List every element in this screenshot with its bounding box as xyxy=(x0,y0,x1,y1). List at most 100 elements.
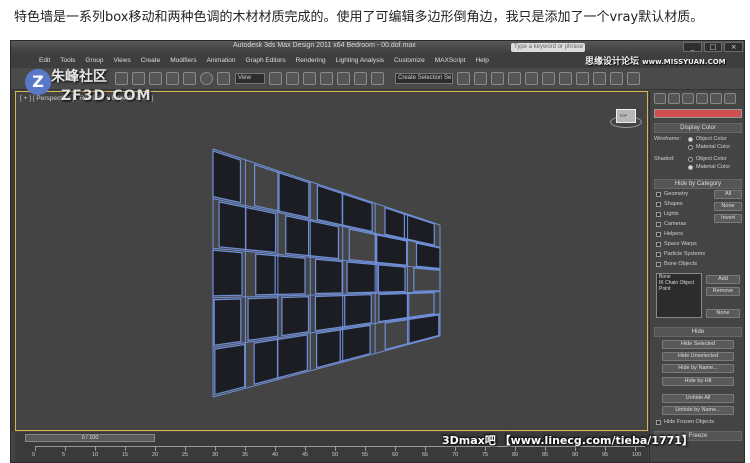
particle-systems-checkbox[interactable] xyxy=(656,252,661,257)
menu-animation[interactable]: Animation xyxy=(207,54,236,68)
percent-snap-icon[interactable] xyxy=(354,72,367,85)
menu-maxscript[interactable]: MAXScript xyxy=(435,54,466,68)
schematic-view-icon[interactable] xyxy=(542,72,555,85)
invert-button[interactable]: Invert xyxy=(714,214,742,223)
all-button[interactable]: All xyxy=(714,190,742,199)
wall-box-face[interactable] xyxy=(276,334,308,379)
wall-box-face[interactable] xyxy=(344,294,372,328)
wall-box-face[interactable] xyxy=(341,192,373,233)
select-region-icon[interactable] xyxy=(149,72,162,85)
shaded-material-color-radio[interactable] xyxy=(688,165,693,170)
undo-icon[interactable] xyxy=(115,72,128,85)
wireframe-object-color-radio[interactable] xyxy=(688,137,693,142)
material-editor-icon[interactable] xyxy=(559,72,572,85)
mirror-icon[interactable] xyxy=(457,72,470,85)
feature-wall-mesh[interactable] xyxy=(16,92,649,432)
wall-box-face[interactable] xyxy=(415,242,441,270)
menu-lighting-analysis[interactable]: Lighting Analysis xyxy=(336,54,384,68)
wall-box-face[interactable] xyxy=(378,292,410,323)
wall-box-face[interactable] xyxy=(212,249,243,297)
select-rotate-icon[interactable] xyxy=(200,72,213,85)
hide-by-category-rollout[interactable]: Hide by Category xyxy=(654,179,742,189)
hide-unselected-button[interactable]: Hide Unselected xyxy=(662,352,734,361)
named-selection-set-dropdown[interactable]: Create Selection Se xyxy=(395,73,453,84)
hierarchy-tab-icon[interactable] xyxy=(682,93,694,104)
pivot-icon[interactable] xyxy=(269,72,282,85)
wall-box-face[interactable] xyxy=(408,314,440,345)
wall-box-face[interactable] xyxy=(314,294,346,332)
motion-tab-icon[interactable] xyxy=(696,93,708,104)
time-slider[interactable]: 0 / 100 xyxy=(25,434,155,442)
hide-selected-button[interactable]: Hide Selected xyxy=(662,340,734,349)
maximize-icon[interactable]: □ xyxy=(703,42,723,52)
wall-box-face[interactable] xyxy=(214,343,246,396)
snaps-toggle-icon[interactable] xyxy=(320,72,333,85)
align-icon[interactable] xyxy=(474,72,487,85)
category-list[interactable]: Bone IK Chain Object Point xyxy=(656,273,702,318)
redo-icon[interactable] xyxy=(132,72,145,85)
wall-box-face[interactable] xyxy=(377,264,406,293)
reference-coordinate-dropdown[interactable]: View xyxy=(235,73,265,84)
track-bar[interactable]: 0 5 10 15 20 25 30 35 40 45 50 55 60 65 70 75 80 85 90 95 10… xyxy=(32,446,645,460)
helpers-checkbox[interactable] xyxy=(656,232,661,237)
bone-objects-checkbox[interactable] xyxy=(656,262,661,267)
wall-box-face[interactable] xyxy=(413,267,441,292)
wall-box-face[interactable] xyxy=(212,150,242,204)
none-list-button[interactable]: None xyxy=(706,309,740,318)
wall-box-face[interactable] xyxy=(253,338,282,385)
wall-box-face[interactable] xyxy=(348,228,377,263)
wall-box-face[interactable] xyxy=(247,297,279,342)
modify-tab-icon[interactable] xyxy=(668,93,680,104)
search-input[interactable]: Type a keyword or phrase xyxy=(511,43,585,52)
menu-edit[interactable]: Edit xyxy=(39,54,50,68)
render-production-icon[interactable] xyxy=(610,72,623,85)
select-move-icon[interactable] xyxy=(183,72,196,85)
space-warps-checkbox[interactable] xyxy=(656,242,661,247)
utilities-tab-icon[interactable] xyxy=(724,93,736,104)
none-button[interactable]: None xyxy=(714,202,742,211)
wall-box-face[interactable] xyxy=(274,255,306,296)
layer-manager-icon[interactable] xyxy=(491,72,504,85)
hide-frozen-checkbox[interactable] xyxy=(656,420,661,425)
hide-by-hit-button[interactable]: Hide by Hit xyxy=(662,377,734,386)
shaded-object-color-radio[interactable] xyxy=(688,157,693,162)
spinner-snap-icon[interactable] xyxy=(371,72,384,85)
wall-box-face[interactable] xyxy=(346,261,378,294)
geometry-checkbox[interactable] xyxy=(656,192,661,197)
wall-box-face[interactable] xyxy=(314,258,343,295)
wall-box-face[interactable] xyxy=(245,206,277,254)
rendered-frame-window-icon[interactable] xyxy=(593,72,606,85)
display-color-rollout[interactable]: Display Color xyxy=(654,123,742,133)
minimize-icon[interactable]: _ xyxy=(683,42,702,52)
wall-box-face[interactable] xyxy=(281,296,310,337)
wall-box-face[interactable] xyxy=(213,298,242,346)
wall-box-face[interactable] xyxy=(218,201,247,251)
wall-box-face[interactable] xyxy=(307,219,340,260)
add-button[interactable]: Add xyxy=(706,275,740,284)
render-setup-icon[interactable] xyxy=(576,72,589,85)
keyboard-shortcut-icon[interactable] xyxy=(303,72,316,85)
object-color-swatch[interactable] xyxy=(654,109,742,118)
perspective-viewport[interactable]: [ + ] [ Perspective ] [ Realistic + Edge… xyxy=(15,91,648,431)
menu-rendering[interactable]: Rendering xyxy=(296,54,326,68)
angle-snap-icon[interactable] xyxy=(337,72,350,85)
menu-customize[interactable]: Customize xyxy=(394,54,425,68)
curve-editor-icon[interactable] xyxy=(525,72,538,85)
hide-by-name-button[interactable]: Hide by Name... xyxy=(662,364,734,373)
teapot-render-icon[interactable] xyxy=(627,72,640,85)
menu-help[interactable]: Help xyxy=(475,54,488,68)
close-icon[interactable]: × xyxy=(724,42,744,52)
create-tab-icon[interactable] xyxy=(654,93,666,104)
wireframe-material-color-radio[interactable] xyxy=(688,145,693,150)
cameras-checkbox[interactable] xyxy=(656,222,661,227)
menu-views[interactable]: Views xyxy=(113,54,130,68)
menu-create[interactable]: Create xyxy=(141,54,161,68)
shapes-checkbox[interactable] xyxy=(656,202,661,207)
lights-checkbox[interactable] xyxy=(656,212,661,217)
select-scale-icon[interactable] xyxy=(217,72,230,85)
remove-button[interactable]: Remove xyxy=(706,287,740,296)
menu-graph-editors[interactable]: Graph Editors xyxy=(246,54,286,68)
display-tab-icon[interactable] xyxy=(710,93,722,104)
manipulate-icon[interactable] xyxy=(286,72,299,85)
wall-box-face[interactable] xyxy=(253,163,282,213)
